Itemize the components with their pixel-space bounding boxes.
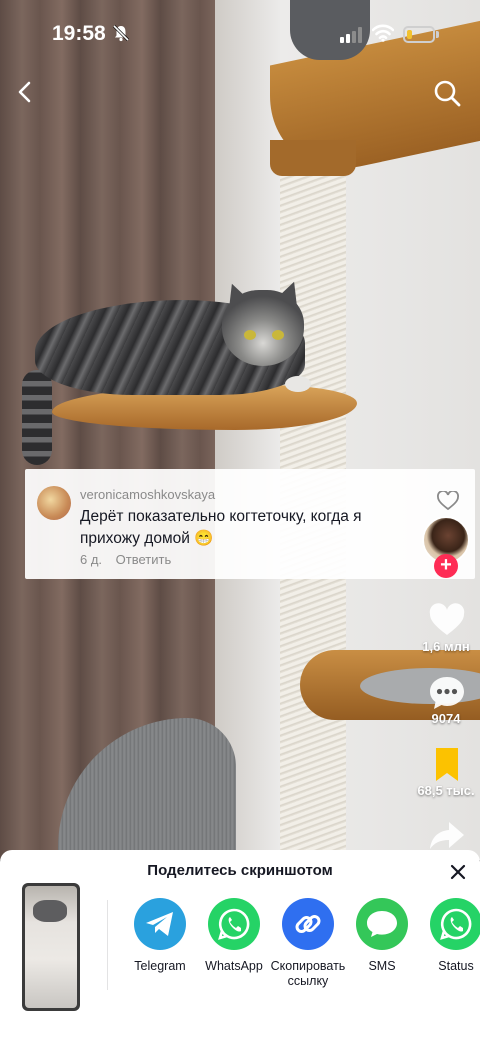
sms-icon bbox=[367, 911, 397, 937]
follow-plus-button[interactable]: + bbox=[434, 554, 458, 578]
comment-bubble-icon[interactable] bbox=[428, 674, 466, 712]
share-whatsapp-status-button[interactable]: Status bbox=[411, 898, 480, 974]
link-icon bbox=[295, 915, 321, 933]
battery-level bbox=[407, 30, 412, 39]
signal-icon bbox=[340, 27, 362, 43]
bookmark-icon[interactable] bbox=[428, 746, 466, 784]
share-circle bbox=[430, 898, 480, 950]
whatsapp-icon bbox=[218, 908, 250, 940]
cat-paw bbox=[285, 376, 311, 392]
status-bar: 19:58 bbox=[0, 0, 480, 70]
commenter-avatar[interactable] bbox=[37, 486, 71, 520]
thumbnail-cat bbox=[33, 900, 67, 922]
save-count: 68,5 тыс. bbox=[417, 783, 475, 798]
whatsapp-status-icon bbox=[440, 908, 472, 940]
share-label: Status bbox=[438, 959, 474, 973]
comment-username[interactable]: veronicamoshkovskaya bbox=[80, 487, 215, 502]
share-circle bbox=[356, 898, 408, 950]
search-icon[interactable] bbox=[432, 78, 462, 108]
wifi-icon bbox=[372, 24, 394, 42]
share-sheet-title: Поделитесь скриншотом bbox=[147, 862, 333, 879]
screenshot-preview bbox=[25, 886, 77, 1008]
post-cap bbox=[270, 140, 356, 176]
comment-meta: 6 д. Ответить bbox=[80, 552, 181, 567]
comment-like-heart-icon[interactable] bbox=[437, 491, 459, 511]
status-time: 19:58 bbox=[52, 22, 106, 45]
pinned-comment-card[interactable]: veronicamoshkovskaya Дерёт показательно … bbox=[25, 469, 475, 579]
share-circle bbox=[134, 898, 186, 950]
comment-text: Дерёт показательно когтеточку, когда я п… bbox=[80, 508, 362, 547]
comment-age: 6 д. bbox=[80, 552, 103, 567]
cat-head bbox=[222, 290, 304, 366]
share-sheet: Поделитесь скриншотом Telegram WhatsApp bbox=[0, 850, 480, 1043]
divider bbox=[107, 900, 108, 990]
cat-tail bbox=[22, 370, 52, 465]
cat-eye-left bbox=[244, 330, 256, 340]
share-circle bbox=[282, 898, 334, 950]
comment-count: 9074 bbox=[431, 711, 461, 726]
telegram-icon bbox=[146, 912, 173, 936]
like-count: 1,6 млн bbox=[422, 639, 470, 654]
chevron-left-icon[interactable] bbox=[12, 78, 40, 106]
close-icon[interactable] bbox=[448, 862, 468, 882]
share-arrow-icon[interactable] bbox=[428, 816, 466, 854]
reply-button[interactable]: Ответить bbox=[116, 552, 172, 567]
video-frame[interactable] bbox=[0, 0, 480, 860]
like-heart-icon[interactable] bbox=[428, 602, 466, 640]
bell-off-icon bbox=[112, 24, 130, 42]
battery-tip bbox=[436, 31, 439, 38]
screenshot-thumbnail[interactable] bbox=[22, 883, 80, 1011]
share-circle bbox=[208, 898, 260, 950]
cat-eye-right bbox=[272, 330, 284, 340]
battery-icon bbox=[403, 26, 435, 43]
